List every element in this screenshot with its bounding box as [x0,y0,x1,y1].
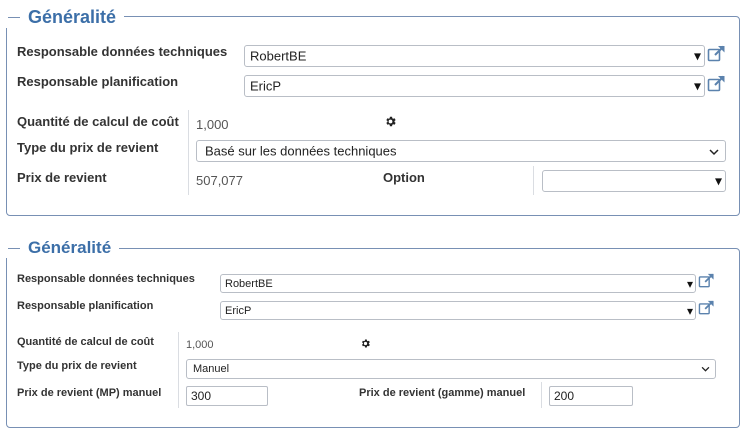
dropdown-arrow-icon: ▾ [686,276,693,291]
planning-manager-value: EricP [225,304,252,317]
panel-1-title: Généralité [28,6,117,27]
dropdown-arrow-icon: ▾ [714,172,722,189]
external-link-icon[interactable] [698,300,715,320]
calc-qty-value: 1,000 [196,117,229,132]
tech-manager-select[interactable]: RobertBE ▾ [244,45,705,67]
tech-manager-select[interactable]: RobertBE ▾ [220,274,696,293]
routing-cost-label: Prix de revient (gamme) manuel [359,387,526,399]
option-label: Option [383,170,425,185]
tech-manager-label: Responsable données techniques [17,273,195,285]
cost-type-select[interactable]: Manuel [186,359,716,379]
tech-manager-value: RobertBE [225,277,273,290]
chevron-down-icon [709,144,719,159]
cost-price-label: Prix de revient [17,170,107,185]
external-link-icon[interactable] [698,273,715,293]
cost-type-label: Type du prix de revient [17,360,137,372]
panel-1-legend: Généralité [4,6,125,28]
routing-cost-value: 200 [554,389,575,403]
cost-type-label: Type du prix de revient [17,140,159,155]
separator-line [541,382,542,408]
separator-line [188,110,189,195]
dropdown-arrow-icon: ▾ [693,47,701,64]
mp-cost-label: Prix de revient (MP) manuel [17,387,162,399]
panel-2-legend: Généralité [4,238,120,258]
calc-qty-value: 1,000 [186,339,214,351]
planning-manager-value: EricP [250,78,282,94]
cost-type-value: Basé sur les données techniques [205,143,397,159]
planning-manager-select[interactable]: EricP ▾ [244,75,705,97]
dropdown-arrow-icon: ▾ [693,77,701,94]
chevron-down-icon [701,363,710,375]
mp-cost-value: 300 [191,389,212,403]
cost-type-value: Manuel [193,363,230,375]
gear-icon[interactable] [360,336,371,354]
separator-line [533,166,534,195]
planning-manager-label: Responsable planification [17,300,154,312]
planning-manager-label: Responsable planification [17,74,179,89]
tech-manager-label: Responsable données techniques [17,44,228,59]
external-link-icon[interactable] [707,75,726,97]
external-link-icon[interactable] [707,45,726,67]
cost-price-value: 507,077 [196,173,243,188]
calc-qty-label: Quantité de calcul de coût [17,114,179,129]
mp-cost-input[interactable]: 300 [186,386,268,406]
option-select[interactable]: ▾ [542,170,726,192]
routing-cost-input[interactable]: 200 [549,386,633,406]
cost-type-select[interactable]: Basé sur les données techniques [196,140,726,162]
separator-line [178,332,179,408]
calc-qty-label: Quantité de calcul de coût [17,336,154,348]
gear-icon[interactable] [384,115,397,133]
planning-manager-select[interactable]: EricP ▾ [220,301,696,320]
tech-manager-value: RobertBE [250,48,307,64]
dropdown-arrow-icon: ▾ [686,303,693,318]
panel-2-title: Généralité [28,238,112,257]
